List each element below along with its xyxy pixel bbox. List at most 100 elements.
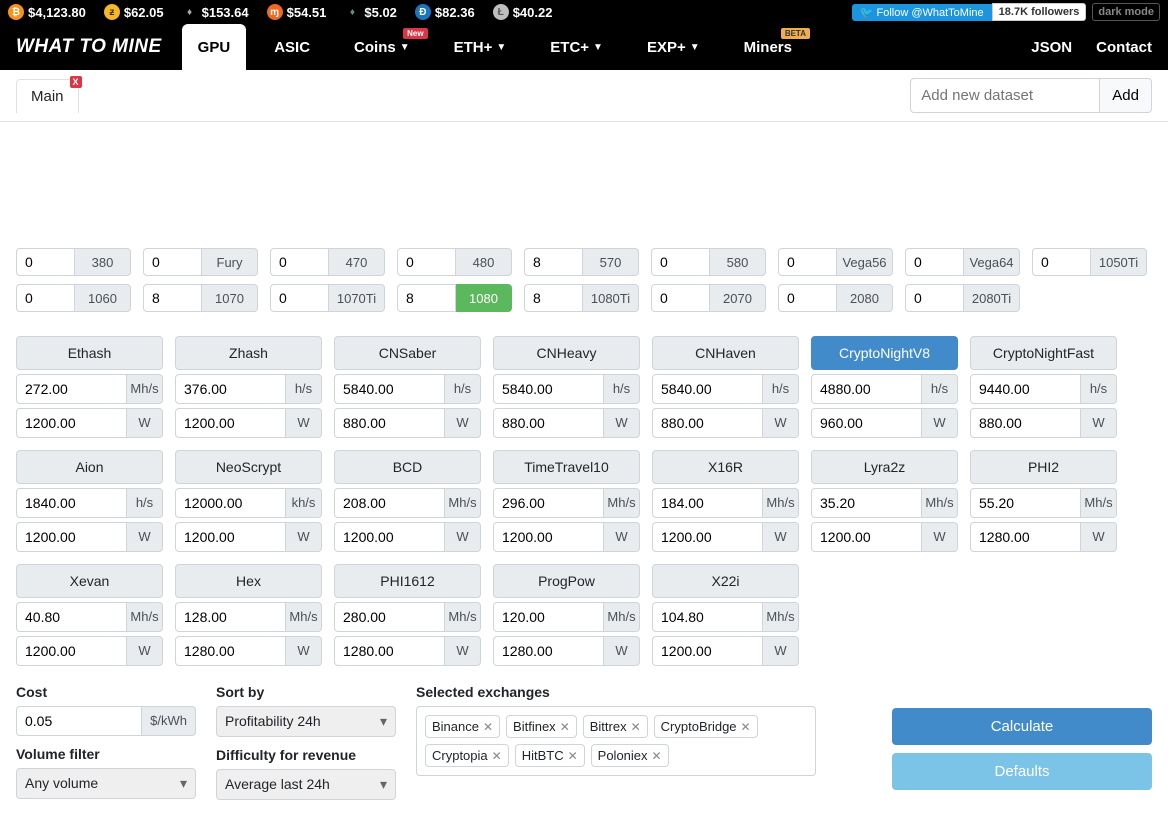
hashrate-input[interactable] <box>493 374 604 404</box>
hashrate-input[interactable] <box>16 374 127 404</box>
nav-tab-gpu[interactable]: GPU <box>182 24 247 70</box>
nav-tab-asic[interactable]: ASIC <box>258 24 326 70</box>
power-input[interactable] <box>175 636 286 666</box>
algo-toggle[interactable]: CNHaven <box>652 336 799 370</box>
gpu-label-button[interactable]: 580 <box>710 248 766 276</box>
nav-tab-exp+[interactable]: EXP+ ▼ <box>631 24 716 70</box>
gpu-label-button[interactable]: 2070 <box>710 284 766 312</box>
add-dataset-button[interactable]: Add <box>1100 78 1152 113</box>
nav-tab-miners[interactable]: MinersBETA <box>728 24 808 70</box>
calculate-button[interactable]: Calculate <box>892 708 1152 745</box>
nav-tab-etc+[interactable]: ETC+ ▼ <box>534 24 619 70</box>
power-input[interactable] <box>493 408 604 438</box>
hashrate-input[interactable] <box>652 488 763 518</box>
gpu-count-input[interactable] <box>651 284 710 312</box>
algo-toggle[interactable]: CryptoNightV8 <box>811 336 958 370</box>
hashrate-input[interactable] <box>811 374 922 404</box>
main-tab[interactable]: Main X <box>16 79 79 113</box>
exchange-tag[interactable]: Poloniex ✕ <box>591 744 669 767</box>
remove-icon[interactable]: ✕ <box>560 720 570 734</box>
hashrate-input[interactable] <box>811 488 922 518</box>
site-logo[interactable]: WHAT TO MINE <box>16 36 162 58</box>
volume-filter-select[interactable]: Any volume ▾ <box>16 768 196 799</box>
power-input[interactable] <box>811 522 922 552</box>
gpu-count-input[interactable] <box>397 284 456 312</box>
power-input[interactable] <box>493 636 604 666</box>
hashrate-input[interactable] <box>16 488 127 518</box>
hashrate-input[interactable] <box>652 602 763 632</box>
algo-toggle[interactable]: CryptoNightFast <box>970 336 1117 370</box>
gpu-label-button[interactable]: 570 <box>583 248 639 276</box>
algo-toggle[interactable]: ProgPow <box>493 564 640 598</box>
algo-toggle[interactable]: X16R <box>652 450 799 484</box>
gpu-count-input[interactable] <box>1032 248 1091 276</box>
exchange-tag[interactable]: Cryptopia ✕ <box>425 744 509 767</box>
algo-toggle[interactable]: BCD <box>334 450 481 484</box>
hashrate-input[interactable] <box>493 488 604 518</box>
algo-toggle[interactable]: Ethash <box>16 336 163 370</box>
nav-link-contact[interactable]: Contact <box>1096 39 1152 56</box>
remove-icon[interactable]: ✕ <box>483 720 493 734</box>
gpu-count-input[interactable] <box>524 248 583 276</box>
power-input[interactable] <box>334 522 445 552</box>
algo-toggle[interactable]: Lyra2z <box>811 450 958 484</box>
power-input[interactable] <box>16 408 127 438</box>
dataset-input[interactable] <box>910 78 1100 113</box>
algo-toggle[interactable]: PHI2 <box>970 450 1117 484</box>
power-input[interactable] <box>334 408 445 438</box>
exchange-tag[interactable]: CryptoBridge ✕ <box>654 715 758 738</box>
dark-mode-toggle[interactable]: dark mode <box>1092 3 1160 21</box>
exchange-tag[interactable]: HitBTC ✕ <box>515 744 585 767</box>
power-input[interactable] <box>334 636 445 666</box>
power-input[interactable] <box>652 408 763 438</box>
algo-toggle[interactable]: Xevan <box>16 564 163 598</box>
defaults-button[interactable]: Defaults <box>892 753 1152 790</box>
power-input[interactable] <box>16 636 127 666</box>
gpu-label-button[interactable]: 480 <box>456 248 512 276</box>
power-input[interactable] <box>652 636 763 666</box>
power-input[interactable] <box>652 522 763 552</box>
remove-icon[interactable]: ✕ <box>741 720 751 734</box>
gpu-count-input[interactable] <box>143 284 202 312</box>
algo-toggle[interactable]: Hex <box>175 564 322 598</box>
gpu-label-button[interactable]: 1070Ti <box>329 284 385 312</box>
gpu-count-input[interactable] <box>143 248 202 276</box>
ticker-item[interactable]: Đ$82.36 <box>415 4 475 20</box>
gpu-count-input[interactable] <box>397 248 456 276</box>
remove-icon[interactable]: ✕ <box>492 749 502 763</box>
gpu-count-input[interactable] <box>905 248 964 276</box>
nav-tab-coins[interactable]: Coins ▼New <box>338 24 426 70</box>
algo-toggle[interactable]: X22i <box>652 564 799 598</box>
power-input[interactable] <box>175 408 286 438</box>
exchange-tag[interactable]: Bitfinex ✕ <box>506 715 577 738</box>
gpu-label-button[interactable]: 1070 <box>202 284 258 312</box>
gpu-count-input[interactable] <box>16 284 75 312</box>
ticker-item[interactable]: ♦$153.64 <box>182 4 249 20</box>
ticker-item[interactable]: ɱ$54.51 <box>267 4 327 20</box>
power-input[interactable] <box>16 522 127 552</box>
gpu-count-input[interactable] <box>270 248 329 276</box>
difficulty-select[interactable]: Average last 24h ▾ <box>216 769 396 800</box>
hashrate-input[interactable] <box>652 374 763 404</box>
remove-icon[interactable]: ✕ <box>631 720 641 734</box>
power-input[interactable] <box>175 522 286 552</box>
algo-toggle[interactable]: Aion <box>16 450 163 484</box>
remove-icon[interactable]: ✕ <box>652 749 662 763</box>
gpu-count-input[interactable] <box>905 284 964 312</box>
nav-tab-eth+[interactable]: ETH+ ▼ <box>438 24 523 70</box>
exchange-tag[interactable]: Bittrex ✕ <box>583 715 648 738</box>
gpu-count-input[interactable] <box>651 248 710 276</box>
ticker-item[interactable]: ♦$5.02 <box>344 4 397 20</box>
cost-input[interactable] <box>16 706 142 736</box>
power-input[interactable] <box>811 408 922 438</box>
gpu-label-button[interactable]: Vega64 <box>964 248 1020 276</box>
gpu-label-button[interactable]: 2080 <box>837 284 893 312</box>
algo-toggle[interactable]: PHI1612 <box>334 564 481 598</box>
hashrate-input[interactable] <box>175 602 286 632</box>
algo-toggle[interactable]: NeoScrypt <box>175 450 322 484</box>
power-input[interactable] <box>970 408 1081 438</box>
close-icon[interactable]: X <box>70 76 82 88</box>
algo-toggle[interactable]: CNSaber <box>334 336 481 370</box>
gpu-label-button[interactable]: 1080 <box>456 284 512 312</box>
algo-toggle[interactable]: Zhash <box>175 336 322 370</box>
